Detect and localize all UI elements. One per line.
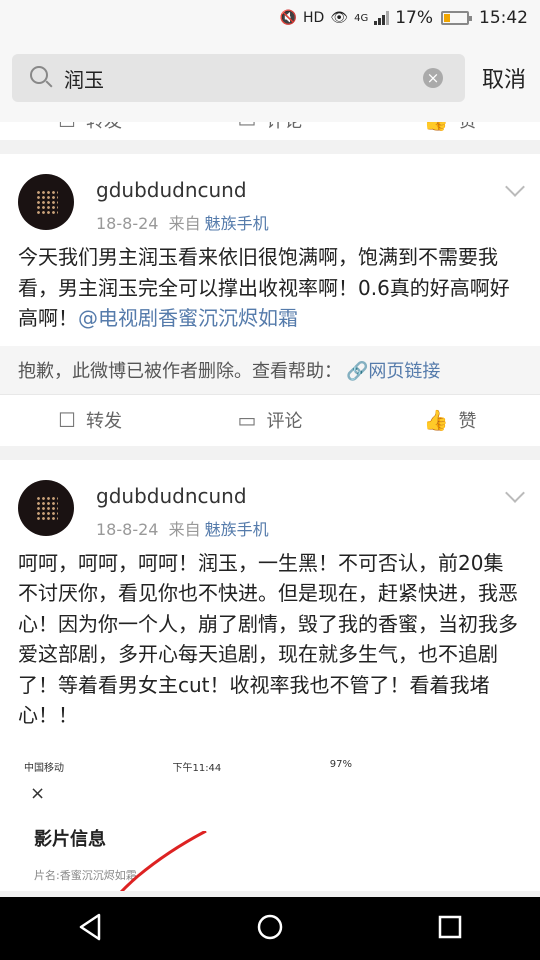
red-annotation-stroke: [119, 830, 207, 891]
repost-icon: ☐: [58, 122, 76, 132]
post-meta: 18-8-24 来自 魅族手机: [96, 214, 269, 233]
comment-button[interactable]: ▭评论: [180, 122, 360, 133]
system-nav-bar: [0, 897, 540, 960]
like-button[interactable]: 👍赞: [360, 122, 540, 133]
search-icon: [30, 66, 48, 84]
post-header: gdubdudncund 18-8-24 来自 魅族手机: [0, 172, 540, 242]
cancel-button[interactable]: 取消: [482, 62, 526, 94]
home-icon[interactable]: [256, 913, 284, 945]
mention-link[interactable]: @电视剧香蜜沉沉烬如霜: [78, 306, 298, 330]
link-icon: 🔗: [346, 360, 369, 382]
comment-button[interactable]: ▭评论: [180, 407, 360, 433]
thumbs-up-icon: 👍: [424, 122, 449, 132]
web-link[interactable]: 🔗网页链接: [346, 357, 440, 383]
clock: 15:42: [479, 8, 528, 28]
post-card: gdubdudncund 18-8-24 来自 魅族手机 今天我们男主润玉看来依旧…: [0, 154, 540, 446]
chevron-down-icon[interactable]: [505, 482, 525, 503]
hd-icon: HD: [302, 10, 325, 26]
search-header: 润玉 × 取消: [0, 36, 540, 122]
like-button[interactable]: 👍赞: [360, 407, 540, 433]
username[interactable]: gdubdudncund: [96, 484, 247, 508]
chevron-down-icon[interactable]: [505, 177, 525, 197]
signal-icon: [374, 11, 390, 25]
comment-icon: ▭: [238, 122, 257, 132]
network-label: 4G: [354, 12, 369, 24]
avatar[interactable]: [18, 479, 74, 536]
comment-icon: ▭: [237, 408, 257, 432]
deleted-notice: 抱歉，此微博已被作者删除。查看帮助： 🔗网页链接: [0, 345, 540, 394]
repost-button[interactable]: ☐转发: [0, 407, 180, 433]
mute-icon: 🔇: [279, 10, 297, 26]
status-bar: 🔇 HD 👁 4G 17% 15:42: [0, 0, 540, 36]
embed-title: 影片信息: [34, 828, 106, 850]
post-image[interactable]: 中国移动 下午11:44 97% × 影片信息 片名:香蜜沉沉烬如霜: [18, 750, 358, 891]
recent-apps-icon[interactable]: [437, 914, 463, 944]
post-card: gdubdudncund 18-8-24 来自 魅族手机 呵呵，呵呵，呵呵！润玉，…: [0, 459, 540, 891]
action-row-previous: ☐转发 ▭评论 👍赞: [0, 122, 540, 140]
post-source[interactable]: 魅族手机: [205, 214, 269, 233]
search-query: 润玉: [64, 68, 104, 92]
battery-icon: [441, 11, 472, 25]
eye-icon: 👁: [330, 10, 349, 26]
username[interactable]: gdubdudncund: [96, 178, 247, 202]
close-icon: ×: [30, 782, 46, 804]
post-text: 呵呵，呵呵，呵呵！润玉，一生黑！不可否认，前20集不讨厌你，看见你也不快进。但是…: [18, 550, 518, 728]
back-icon[interactable]: [77, 913, 103, 945]
post-source[interactable]: 魅族手机: [205, 520, 269, 539]
clear-icon[interactable]: ×: [423, 68, 443, 88]
thumbs-up-icon: 👍: [423, 408, 449, 432]
feed[interactable]: ☐转发 ▭评论 👍赞 gdubdudncund 18-8-24 来自魅族手机 今…: [0, 122, 540, 897]
battery-percent: 17%: [395, 8, 433, 28]
embedded-status-bar: 中国移动 下午11:44 97%: [24, 758, 352, 774]
search-input[interactable]: 润玉 ×: [12, 54, 465, 102]
avatar[interactable]: [18, 174, 74, 230]
repost-button[interactable]: ☐转发: [0, 122, 180, 133]
post-meta: 18-8-24 来自 魅族手机: [96, 519, 269, 539]
action-row: ☐ 转发 ▭ 评论 👍 赞: [0, 393, 540, 446]
post-header: gdubdudncund 18-8-24 来自 魅族手机: [0, 478, 540, 548]
repost-icon: ☐: [58, 408, 76, 432]
post-text: 今天我们男主润玉看来依旧很饱满啊，饱满到不需要我看，男主润玉完全可以撑出收视率啊…: [18, 245, 510, 330]
